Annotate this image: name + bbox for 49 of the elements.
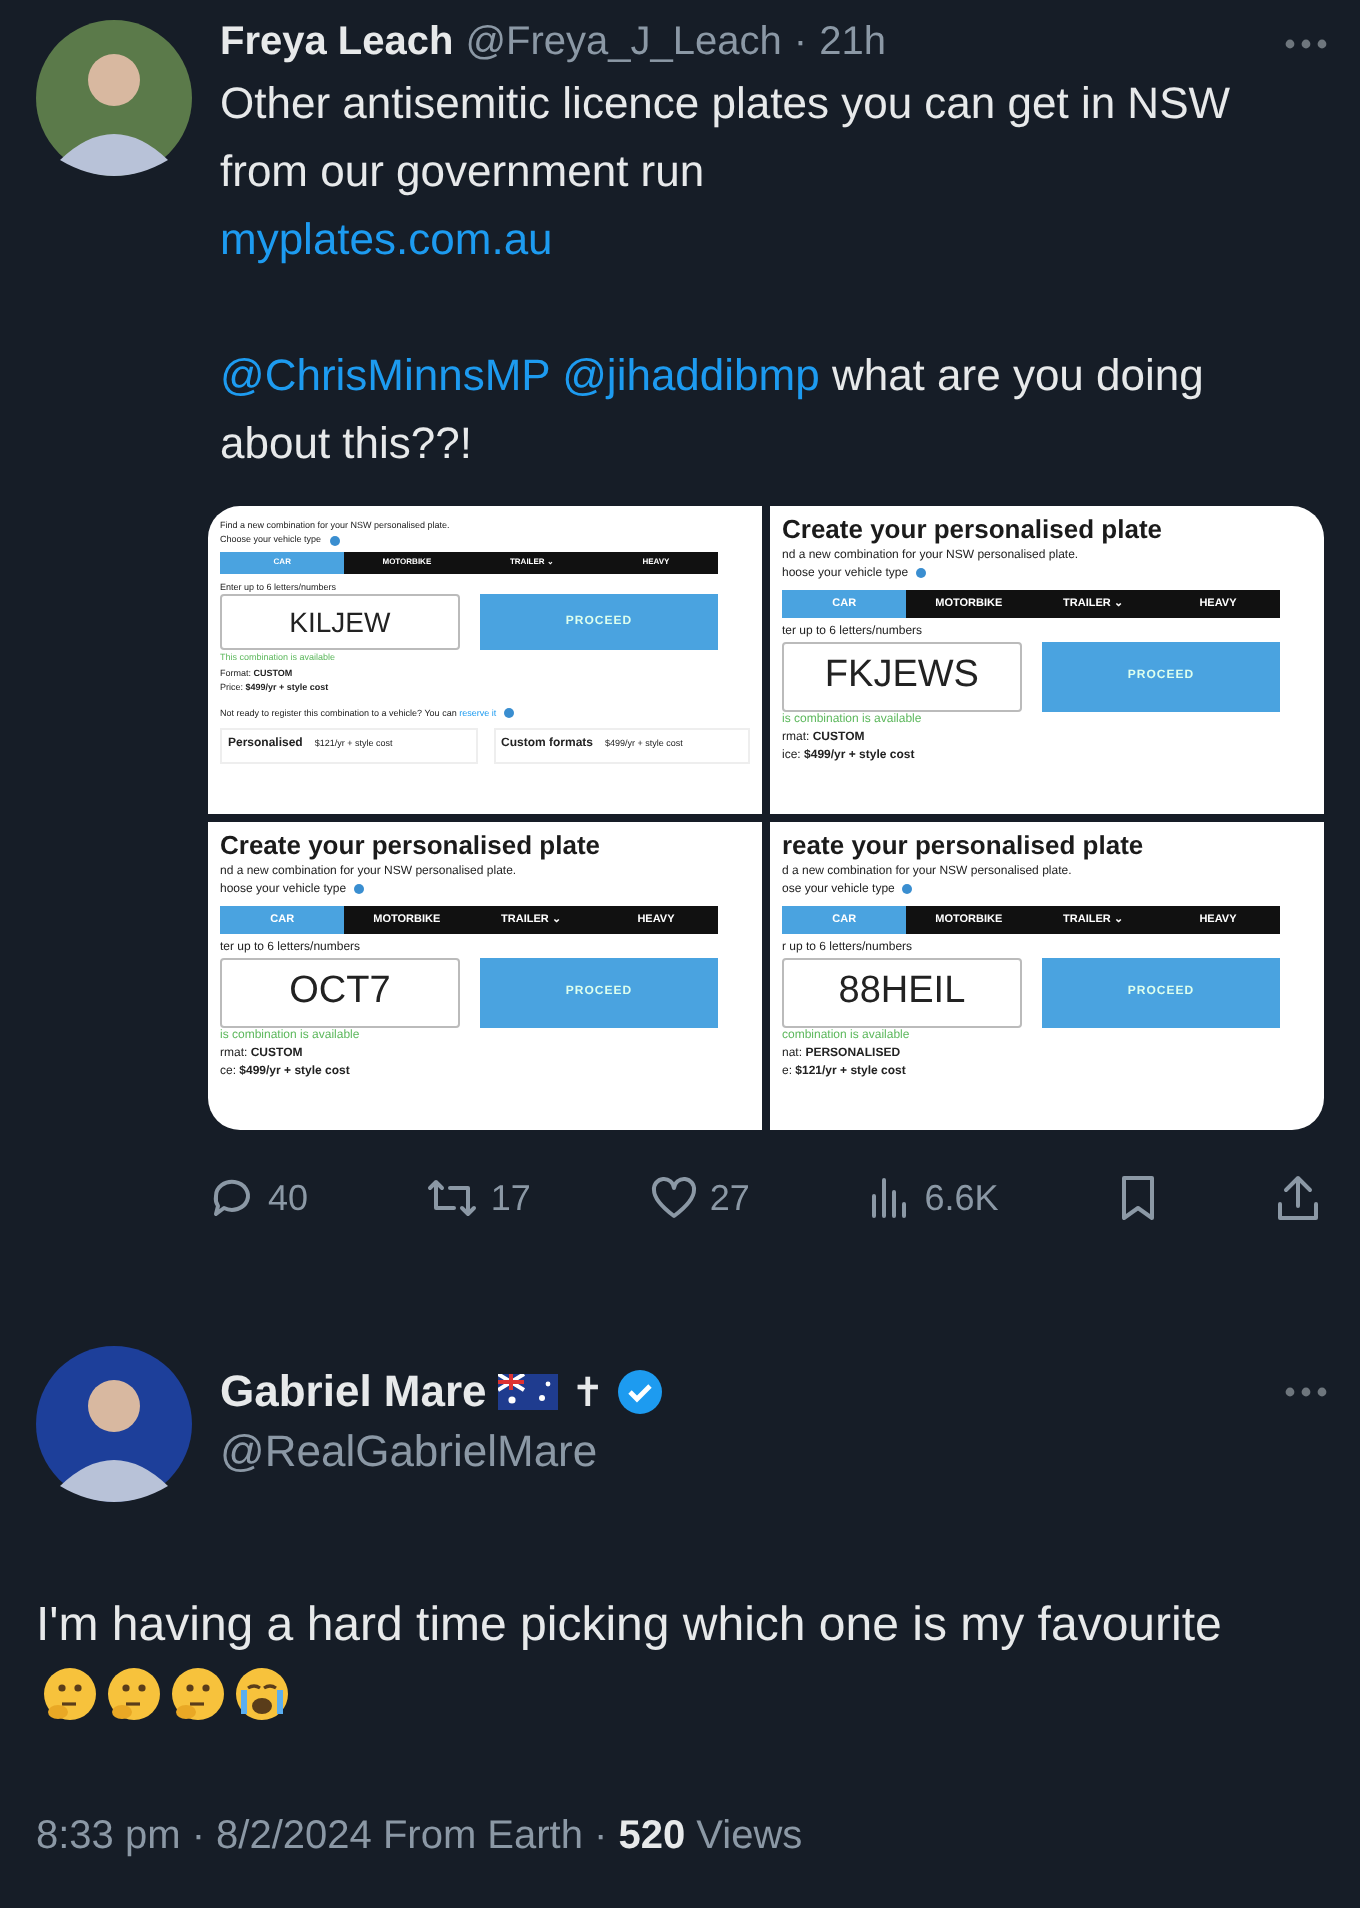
author-handle[interactable]: @RealGabrielMare: [220, 1426, 1328, 1478]
mention-link[interactable]: @ChrisMinnsMP: [220, 350, 550, 400]
plate-screenshot[interactable]: [770, 506, 1324, 814]
post-meta: 8:33 pm · 8/2/2024 From Earth · 520 Views: [34, 1812, 805, 1860]
plate-field[interactable]: FKJEWS: [782, 642, 1022, 712]
plate-field[interactable]: KILJEW: [220, 593, 460, 651]
separator: ·: [793, 20, 808, 66]
mention-link[interactable]: @jihaddibmp: [562, 350, 820, 400]
info-icon: [354, 883, 365, 894]
avatar[interactable]: [36, 1346, 192, 1502]
plate-screenshot[interactable]: [770, 822, 1324, 1130]
cross-symbol: ✝: [570, 1369, 605, 1417]
post-link[interactable]: myplates.com.au: [220, 206, 1248, 274]
panel-title: Create your personalised plate: [220, 830, 603, 864]
author-handle[interactable]: @Freya_J_Leach: [465, 20, 782, 66]
post-time: 21h: [819, 20, 886, 66]
plate-screenshot[interactable]: [208, 506, 762, 814]
post-text: @ChrisMinnsMP @jihaddibmp what are you doing about this??!: [220, 348, 1206, 472]
plate-field[interactable]: 88HEIL: [782, 958, 1022, 1028]
plate-field[interactable]: OCT7: [220, 958, 460, 1028]
more-icon[interactable]: [1284, 37, 1328, 49]
author-name[interactable]: Freya Leach: [220, 20, 454, 66]
views-count: 6.6K: [924, 1177, 999, 1219]
like-count: 27: [709, 1177, 750, 1219]
reply-count: 40: [268, 1177, 309, 1219]
share-icon[interactable]: [1276, 1174, 1320, 1222]
post-text: Other antisemitic licence plates you can get in NSW from our government run myplates.com.au: [220, 70, 1328, 274]
author-name[interactable]: Gabriel Mare: [220, 1366, 487, 1418]
repost-icon[interactable]: [426, 1174, 479, 1222]
info-icon: [902, 883, 913, 894]
verified-badge-icon: [616, 1368, 665, 1416]
panel-title: Create your personalised plate: [782, 514, 1165, 548]
flag-icon: [498, 1374, 559, 1410]
crying-emoji-icon: [232, 1664, 292, 1724]
info-icon: [504, 708, 515, 719]
bookmark-icon[interactable]: [1117, 1174, 1158, 1222]
thinking-emoji-icon: [104, 1664, 164, 1724]
info-icon: [329, 535, 340, 545]
avatar[interactable]: [36, 20, 192, 176]
heart-icon[interactable]: [649, 1176, 698, 1220]
plate-screenshot[interactable]: [208, 822, 762, 1130]
info-icon: [916, 567, 927, 578]
panel-title: reate your personalised plate: [782, 830, 1146, 864]
reply-icon[interactable]: [208, 1174, 256, 1222]
reply-text: I'm having a hard time picking which one is my favourite: [36, 1598, 1222, 1652]
repost-count: 17: [490, 1177, 531, 1219]
more-icon[interactable]: [1284, 1386, 1328, 1398]
thinking-emoji-icon: [40, 1664, 100, 1724]
thinking-emoji-icon: [168, 1664, 228, 1724]
